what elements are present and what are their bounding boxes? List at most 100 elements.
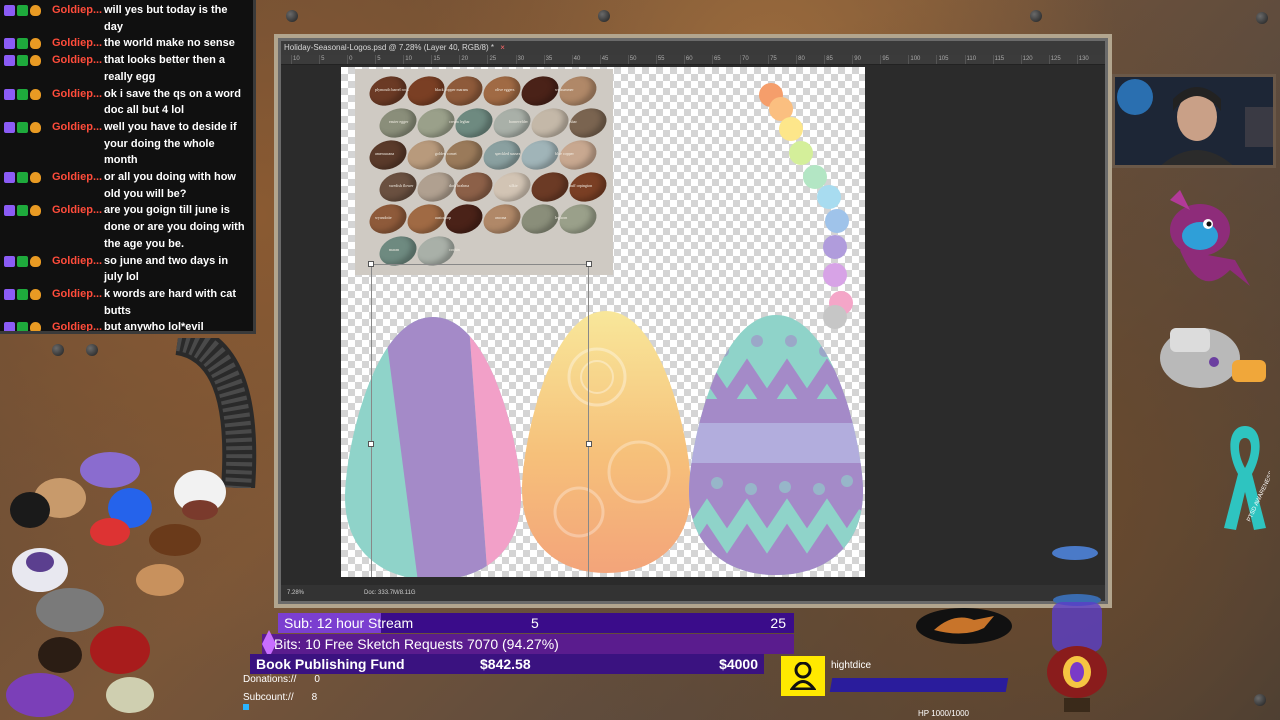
subscriber-badge-icon bbox=[17, 55, 28, 67]
donations-counter: Donations:// 0 bbox=[243, 674, 320, 685]
ruler-tick: 130 bbox=[1076, 55, 1105, 64]
chat-text: or all you doing with how old you will b… bbox=[104, 171, 236, 200]
chat-username[interactable]: Goldiep... bbox=[52, 286, 102, 319]
subscriber-badge-icon bbox=[17, 322, 28, 331]
flame-badge-icon bbox=[30, 38, 41, 50]
moderator-badge-icon bbox=[4, 172, 15, 184]
egg-dot bbox=[779, 481, 791, 493]
palette-swatch[interactable] bbox=[779, 117, 803, 141]
rivet bbox=[286, 10, 298, 22]
palette-swatch[interactable] bbox=[823, 263, 847, 287]
chat-username[interactable]: Goldiep... bbox=[52, 119, 102, 169]
ruler-tick: 125 bbox=[1048, 55, 1077, 64]
chat-text: that looks better then a really egg bbox=[104, 54, 226, 83]
bits-goal-bar: Bits: 10 Free Sketch Requests 7070 (94.2… bbox=[262, 634, 794, 654]
moderator-badge-icon bbox=[4, 38, 15, 50]
chat-username[interactable]: Goldiep... bbox=[52, 35, 102, 52]
chat-username[interactable]: Goldiep... bbox=[52, 86, 102, 119]
chat-panel[interactable]: Goldiep... will yes but today is the day G… bbox=[0, 0, 256, 334]
egg-dot bbox=[841, 475, 853, 487]
doc-size: Doc: 333.7M/8.11G bbox=[364, 590, 416, 596]
ruler-tick: 65 bbox=[711, 55, 740, 64]
chat-badges bbox=[4, 119, 52, 169]
subscriber-badge-icon bbox=[17, 255, 28, 267]
chat-text: are you goign till june is done or are y… bbox=[104, 204, 245, 250]
ruler-tick: 50 bbox=[627, 55, 656, 64]
chat-message: Goldiep... k words are hard with cat butt… bbox=[4, 286, 249, 319]
ruler-tick: 75 bbox=[768, 55, 796, 64]
canvas[interactable]: plymouth barrel rock black copper marans o… bbox=[341, 67, 865, 577]
hp-bar bbox=[829, 678, 1009, 692]
egg-dot bbox=[785, 335, 797, 347]
ruler-tick: 120 bbox=[1020, 55, 1049, 64]
subscriber-badge-icon bbox=[17, 38, 28, 50]
palette-swatch[interactable] bbox=[817, 185, 841, 209]
palette-swatch[interactable] bbox=[823, 235, 847, 259]
book-fund-label: Book Publishing Fund bbox=[256, 656, 405, 672]
chat-username[interactable]: Goldiep... bbox=[52, 202, 102, 252]
sub-goal-current: 5 bbox=[531, 615, 539, 631]
chat-text: ok i save the qs on a word doc all but 4… bbox=[104, 87, 241, 117]
user-icon bbox=[781, 656, 825, 696]
subscriber-badge-icon bbox=[17, 288, 28, 300]
ruler-tick: 10 bbox=[403, 55, 431, 64]
chat-message: Goldiep... that looks better then a reall… bbox=[4, 52, 249, 85]
sub-goal-bar: Sub: 12 hour Stream 5 25 bbox=[278, 613, 794, 633]
ruler-tick: 60 bbox=[683, 55, 712, 64]
close-icon[interactable]: × bbox=[500, 43, 505, 52]
subscriber-badge-icon bbox=[17, 205, 28, 217]
horizontal-ruler[interactable]: 10 5 0 5 10 15 20 25 30 35 40 45 50 55 60 65 70 75 80 85 90 9… bbox=[281, 55, 1105, 65]
photoshop-window[interactable]: Holiday-Seasonal-Logos.psd @ 7.28% (Laye… bbox=[278, 38, 1108, 604]
chat-message: Goldiep...but anywho lol*evil planing* bbox=[4, 319, 249, 334]
flame-badge-icon bbox=[30, 322, 41, 331]
ruler-tick: 80 bbox=[796, 55, 824, 64]
zoom-level[interactable]: 7.28% bbox=[287, 590, 304, 596]
chat-badges bbox=[4, 2, 52, 35]
chat-username[interactable]: Goldiep... bbox=[52, 2, 102, 35]
subcount-label: Subcount:// bbox=[243, 692, 294, 703]
lantern-lid-icon bbox=[1052, 546, 1098, 560]
flame-badge-icon bbox=[30, 121, 41, 133]
chat-username[interactable]: Goldiep... bbox=[52, 319, 102, 331]
sub-goal-label: Sub: 12 hour Stream bbox=[284, 615, 414, 631]
palette-swatch[interactable] bbox=[803, 165, 827, 189]
chat-badges bbox=[4, 253, 52, 286]
palette-swatch[interactable] bbox=[825, 209, 849, 233]
ruler-tick: 25 bbox=[487, 55, 515, 64]
moderator-badge-icon bbox=[4, 255, 15, 267]
chat-text: but anywho lol*evil planing* bbox=[104, 321, 204, 334]
subcount-counter: Subcount:// 8 bbox=[243, 692, 317, 703]
ruler-tick: 10 bbox=[291, 55, 319, 64]
chat-badges bbox=[4, 52, 52, 85]
rivet bbox=[1256, 12, 1268, 24]
document-tab[interactable]: Holiday-Seasonal-Logos.psd @ 7.28% (Laye… bbox=[281, 41, 1105, 55]
chat-text: will yes but today is the day bbox=[104, 4, 228, 33]
donations-label: Donations:// bbox=[243, 674, 297, 685]
dragon-banner bbox=[916, 608, 1012, 644]
egg-dot bbox=[751, 335, 763, 347]
chat-message: Goldiep... so june and two days in july l… bbox=[4, 253, 249, 286]
flame-badge-icon bbox=[30, 55, 41, 67]
egg-stripes bbox=[345, 317, 521, 577]
book-fund-current: $842.58 bbox=[480, 656, 531, 672]
rivet bbox=[1254, 694, 1266, 706]
chat-message: Goldiep... ok i save the qs on a word doc… bbox=[4, 86, 249, 119]
flame-badge-icon bbox=[30, 5, 41, 16]
egg-dot bbox=[717, 345, 729, 357]
moderator-badge-icon bbox=[4, 205, 15, 217]
dragon-mascot bbox=[1170, 190, 1250, 286]
moderator-badge-icon bbox=[4, 121, 15, 133]
chat-username[interactable]: Goldiep... bbox=[52, 253, 102, 286]
chat-username[interactable]: Goldiep... bbox=[52, 52, 102, 85]
ruler-tick: 110 bbox=[964, 55, 993, 64]
ruler-tick: 35 bbox=[543, 55, 572, 64]
ruler-tick: 40 bbox=[571, 55, 600, 64]
bits-goal-label: Bits: 10 Free Sketch Requests 7070 (94.2… bbox=[274, 636, 559, 652]
egg-dot bbox=[819, 345, 831, 357]
chat-username[interactable]: Goldiep... bbox=[52, 169, 102, 202]
palette-swatch[interactable] bbox=[789, 141, 813, 165]
flame-badge-icon bbox=[30, 255, 41, 267]
flame-badge-icon bbox=[30, 288, 41, 300]
flame-badge-icon bbox=[30, 205, 41, 217]
hp-username: hightdice bbox=[831, 660, 872, 671]
